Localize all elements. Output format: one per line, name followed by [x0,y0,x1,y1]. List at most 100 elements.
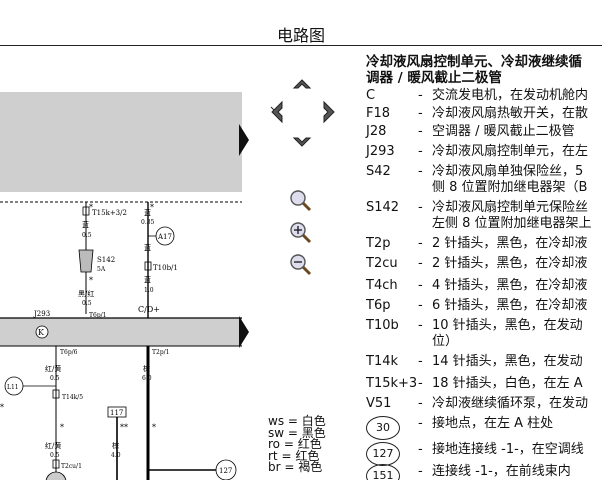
legend-heading: 冷却液风扇控制单元、冷却液继续循 [366,54,582,70]
legend-item-code: J28 [366,124,387,139]
legend-dash: - [418,416,423,431]
star-mark: * [152,423,156,432]
label-red-yellow: 红/黄 [45,364,61,373]
legend-item-desc: 连接线 -1-，在前线束内 [432,464,571,480]
legend-item: T10b -10 针插头，黑色，在发动 位） [366,318,583,350]
page-title: 电路图 [276,26,325,45]
zoom-fit-icon[interactable] [290,190,312,212]
double-star: ** [120,423,128,432]
legend-item-desc: 18 针插头，白色，在左 A [432,376,583,392]
zoom-out-icon[interactable] [290,254,312,276]
label-t2cu: T2cu/1 [61,463,82,470]
legend-item-code: S142 [366,200,400,215]
legend-desc-line: 接地连接线 -1-，在空调线 [432,442,584,457]
circuit-diagram[interactable]: * * T15k+3/2 蓝 0.5 蓝 0.35 A17 S142 5A * … [0,50,270,480]
legend-item-desc: 冷却液风扇控制单元保险丝 左侧 8 位置附加继电器架上 [432,200,592,232]
component-legend: 冷却液风扇控制单元、冷却液继续循 调器 / 暖风截止二极管 C - 交流发电机，在发… [360,52,602,480]
zoom-in-icon[interactable] [290,222,312,244]
next-page-arrow-icon[interactable] [238,122,250,158]
legend-item-code: F18 [366,106,391,121]
legend-item-code: 151 [366,464,418,480]
label-wire-size: 0.5 [50,375,60,382]
legend-item-code: 127 [366,442,418,466]
legend-heading: 调器 / 暖风截止二极管 [366,70,502,86]
label-wire-size: 0.5 [50,452,60,459]
pan-down-icon[interactable] [292,137,312,147]
legend-desc-line: 冷却液继续循环泵，在发动 [432,396,589,411]
label-k: K [38,328,45,337]
legend-item: T2cu -2 针插头，黑色，在冷却液 [366,256,587,272]
legend-item: V51 - 冷却液继续循环泵，在发动 [366,396,588,412]
legend-dash: - [418,278,423,293]
legend-desc-line: 冷却液风扇单独保险丝，5 [432,164,584,179]
label-127: 127 [219,467,232,475]
diagram-controls [270,79,335,276]
legend-dash: - [418,442,423,457]
label-a17: A17 [157,233,172,241]
legend-dash: - [418,106,423,121]
legend-item-code: V51 [366,396,392,411]
legend-item-code: T15k+3 [366,376,418,391]
label-l11: L11 [7,384,19,391]
legend-item: T6p -6 针插头，黑色，在冷却液 [366,298,587,314]
legend-item: 151 - 连接线 -1-，在前线束内 [366,464,571,480]
pan-right-icon[interactable] [323,100,335,124]
pan-left-icon[interactable] [270,100,283,124]
legend-item-code: T14k [366,354,399,369]
legend-item: 30 - 接地点，在左 A 柱处 [366,416,553,440]
legend-desc-line: 左侧 8 位置附加继电器架上 [432,216,592,231]
legend-item-desc: 6 针插头，黑色，在冷却液 [432,298,587,314]
legend-item: T14k -14 针插头，黑色，在发动 [366,354,583,370]
legend-desc-line: 冷却液风扇控制单元保险丝 [432,200,589,215]
label-wire-size: 0.5 [82,232,92,239]
label-wire-size: 0.35 [141,219,155,226]
legend-desc-line: 18 针插头，白色，在左 A [432,376,583,391]
legend-dash: - [418,376,423,391]
label-t2p1: T2p/1 [152,349,170,356]
legend-dash: - [418,236,423,251]
legend-item-code: T6p [366,298,391,313]
label-cd: C/D+ [138,305,160,314]
next-page-arrow-icon[interactable] [238,314,250,350]
label-t15k: T15k+3/2 [92,209,127,217]
legend-dash: - [418,124,423,139]
wire-color-abbr: br [268,460,281,474]
legend-dash: - [418,464,423,479]
legend-dash: - [418,354,423,369]
fuse-s142[interactable] [78,249,94,273]
legend-desc-line: 10 针插头，黑色，在发动 [432,318,583,333]
legend-item-code: T10b [366,318,399,333]
legend-item-code: 30 [366,416,418,440]
label-red-yellow: 红/黄 [45,441,61,450]
legend-desc-line: 位） [432,334,459,349]
legend-item: T15k+3-18 针插头，白色，在左 A [366,376,583,392]
label-wire-size: 0.5 [82,300,92,307]
label-wire-size: 1.0 [144,287,154,294]
legend-item-code: S42 [366,164,391,179]
legend-desc-line: 连接线 -1-，在前线束内 [432,464,571,479]
legend-item-desc: 冷却液风扇热敏开关，在散 [432,106,588,122]
label-blue: 蓝 [144,275,151,284]
legend-desc-line: 4 针插头，黑色，在冷却液 [432,278,588,293]
legend-item: F18 - 冷却液风扇热敏开关，在散 [366,106,588,122]
legend-item: C - 交流发电机，在发动机舱内 [366,88,588,104]
label-blue: 蓝 [144,208,151,217]
label-blue: 蓝 [144,243,151,252]
legend-dash: - [418,164,423,179]
legend-desc-line: 冷却液风扇控制单元，在左 [432,144,589,159]
legend-item: J28 - 空调器 / 暖风截止二极管 [366,124,575,140]
title-divider [0,45,602,46]
legend-desc-line: 冷却液风扇热敏开关，在散 [432,106,589,121]
legend-desc-line: 2 针插头，黑色，在冷却液 [432,256,588,271]
label-black: 棕 [112,441,119,450]
fuse-block [0,92,242,192]
legend-item-desc: 冷却液继续循环泵，在发动 [432,396,588,412]
label-j293: J293 [33,310,50,318]
label-brown: 棕 [143,364,150,373]
label-black-red: 黑/红 [78,289,94,298]
legend-dash: - [418,88,423,103]
legend-desc-line: 2 针插头，黑色，在冷却液 [432,236,588,251]
legend-item-desc: 交流发电机，在发动机舱内 [432,88,588,104]
pan-up-icon[interactable] [292,79,312,89]
label-wire-size: 4.0 [111,452,121,459]
